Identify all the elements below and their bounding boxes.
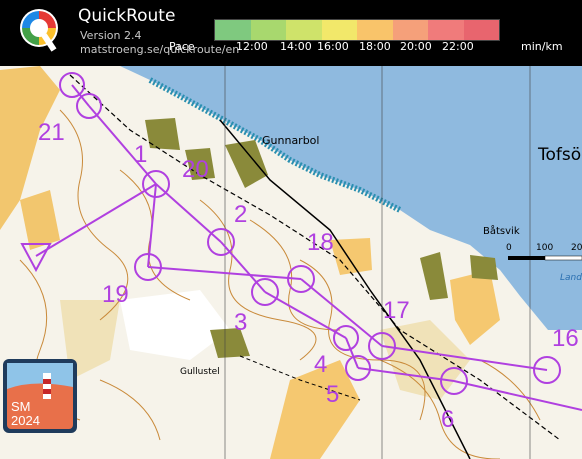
control-number-18: 18	[307, 229, 334, 256]
control-number-6: 6	[441, 406, 454, 433]
orienteering-map[interactable]: Gunnarbol Tofsö Båtsvik Gullustel Landi …	[0, 0, 582, 459]
pace-color-legend	[214, 19, 500, 41]
place-name-gullustel: Gullustel	[180, 367, 220, 377]
pace-color-swatch	[463, 20, 499, 40]
control-number-19: 19	[102, 281, 129, 308]
scale-bar	[508, 255, 582, 261]
event-title: SM	[11, 399, 31, 414]
control-number-5: 5	[326, 381, 339, 408]
pace-tick-1600: 16:00	[317, 40, 349, 53]
event-year: 2024	[11, 413, 40, 428]
app-title: QuickRoute	[78, 6, 176, 26]
pace-color-swatch	[286, 20, 322, 40]
app-version: Version 2.4	[80, 29, 142, 42]
place-name-gunnarbol: Gunnarbol	[262, 134, 319, 147]
pace-label: Pace	[169, 40, 195, 53]
scale-label-0: 0	[506, 243, 512, 253]
control-number-17: 17	[383, 297, 410, 324]
pace-tick-1200: 12:00	[236, 40, 268, 53]
vegetation-patch	[470, 255, 498, 280]
control-number-3: 3	[234, 309, 247, 336]
control-number-20: 20	[182, 156, 209, 183]
place-name-tofso: Tofsö	[537, 145, 581, 165]
pace-color-swatch	[321, 20, 357, 40]
pace-color-swatch	[250, 20, 286, 40]
event-badge-logo: SM 2024	[3, 359, 77, 433]
pace-color-swatch	[215, 20, 251, 40]
pace-tick-1800: 18:00	[359, 40, 391, 53]
app-url[interactable]: matstroeng.se/quickroute/en	[80, 43, 239, 56]
scale-label-100: 100	[536, 243, 553, 253]
pace-tick-2000: 20:00	[400, 40, 432, 53]
place-name-landi: Landi	[560, 273, 582, 283]
control-number-4: 4	[314, 351, 327, 378]
pace-unit: min/km	[521, 40, 563, 53]
pace-tick-1400: 14:00	[280, 40, 312, 53]
pace-color-swatch	[357, 20, 393, 40]
vegetation-patch	[145, 118, 180, 150]
place-name-batsvik: Båtsvik	[483, 224, 520, 237]
control-number-2: 2	[234, 201, 247, 228]
quickroute-header: QuickRoute Version 2.4 matstroeng.se/qui…	[0, 0, 582, 66]
pace-color-swatch	[428, 20, 464, 40]
scale-label-200: 200	[571, 243, 582, 253]
pace-color-swatch	[392, 20, 428, 40]
control-number-1: 1	[134, 141, 147, 168]
control-number-16: 16	[552, 325, 579, 352]
pace-tick-2200: 22:00	[442, 40, 474, 53]
quickroute-logo-icon	[20, 9, 58, 52]
control-number-21: 21	[38, 119, 65, 146]
